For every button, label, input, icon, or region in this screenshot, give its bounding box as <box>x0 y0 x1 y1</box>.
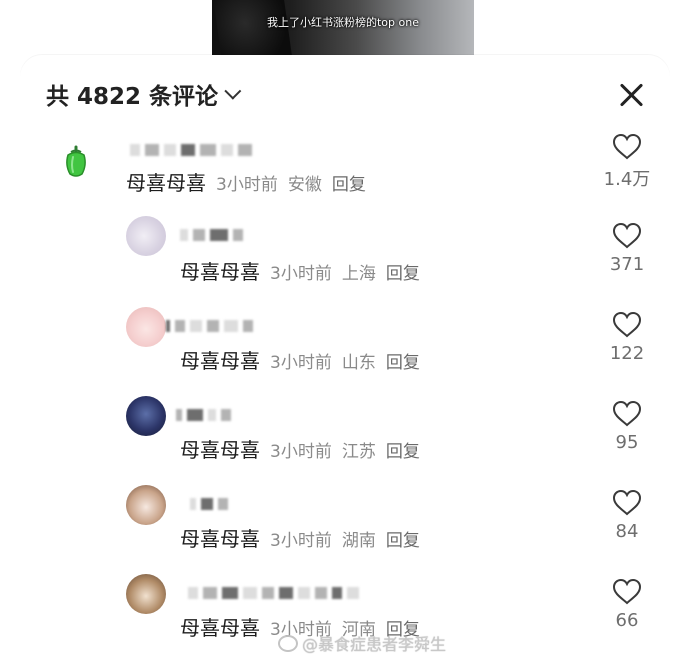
username-blurred[interactable] <box>188 586 359 600</box>
like-count: 84 <box>615 521 639 542</box>
like-group: 371 <box>597 222 657 275</box>
reply-button[interactable]: 回复 <box>332 170 366 195</box>
reply-button[interactable]: 回复 <box>386 526 420 551</box>
comment-item: 母喜母喜 3小时前 山东 回复 122 <box>20 307 670 391</box>
comment-text: 母喜母喜 <box>180 616 260 640</box>
comment-body: 母喜母喜 3小时前 上海 回复 <box>180 256 420 285</box>
comment-text: 母喜母喜 <box>180 527 260 551</box>
reply-button[interactable]: 回复 <box>386 259 420 284</box>
comment-body: 母喜母喜 3小时前 江苏 回复 <box>180 434 420 463</box>
like-group: 95 <box>597 400 657 453</box>
heart-icon[interactable] <box>612 489 642 517</box>
like-count: 1.4万 <box>603 169 651 190</box>
comment-item: 母喜母喜 3小时前 湖南 回复 84 <box>20 485 670 569</box>
comment-text: 母喜母喜 <box>126 171 206 195</box>
like-count: 371 <box>609 254 645 275</box>
comment-location: 安徽 <box>287 175 322 195</box>
heart-icon[interactable] <box>612 311 642 339</box>
comment-item: 母喜母喜 3小时前 上海 回复 371 <box>20 216 670 302</box>
like-count: 122 <box>609 343 645 364</box>
username-blurred[interactable] <box>166 319 253 333</box>
comment-text: 母喜母喜 <box>180 438 260 462</box>
pink-bunny-avatar[interactable] <box>126 307 166 347</box>
username-blurred[interactable] <box>190 497 228 511</box>
video-frame[interactable]: 我上了小红书涨粉榜的top one <box>212 0 474 60</box>
green-pepper-avatar[interactable] <box>56 141 96 181</box>
video-caption: 我上了小红书涨粉榜的top one <box>267 16 419 29</box>
comment-time: 3小时前 <box>270 442 332 462</box>
comment-body: 母喜母喜 3小时前 安徽 回复 <box>126 167 366 196</box>
sepia-avatar[interactable] <box>126 574 166 614</box>
comment-location: 山东 <box>341 353 376 373</box>
comment-count-header[interactable]: 共 4822 条评论 <box>46 77 242 111</box>
heart-icon[interactable] <box>612 133 642 161</box>
username-blurred[interactable] <box>130 143 252 157</box>
lavender-avatar[interactable] <box>126 216 166 256</box>
like-count: 66 <box>615 610 639 631</box>
like-group: 122 <box>597 311 657 364</box>
like-group: 66 <box>597 578 657 631</box>
comment-text: 母喜母喜 <box>180 260 260 284</box>
weibo-watermark: @暴食症患者李舜生 <box>278 631 446 655</box>
like-group: 1.4万 <box>597 133 657 191</box>
comment-body: 母喜母喜 3小时前 山东 回复 <box>180 345 420 374</box>
comment-text: 母喜母喜 <box>180 349 260 373</box>
comment-location: 江苏 <box>341 442 376 462</box>
comment-sheet: 共 4822 条评论 母喜母喜 3小时前 安徽 回复 1.4万 母喜母喜 3小时… <box>20 55 670 665</box>
close-button[interactable] <box>618 81 646 109</box>
username-blurred[interactable] <box>176 408 231 422</box>
like-group: 84 <box>597 489 657 542</box>
chevron-down-icon <box>224 82 242 100</box>
pepper-icon <box>66 145 86 177</box>
video-preview[interactable]: 我上了小红书涨粉榜的top one <box>0 0 690 60</box>
like-count: 95 <box>615 432 639 453</box>
comment-item: 母喜母喜 3小时前 江苏 回复 95 <box>20 396 670 480</box>
reply-button[interactable]: 回复 <box>386 437 420 462</box>
video-image <box>212 0 294 60</box>
comment-location: 上海 <box>341 264 376 284</box>
comment-time: 3小时前 <box>270 353 332 373</box>
comment-count-title: 共 4822 条评论 <box>46 84 219 110</box>
watermark-text: @暴食症患者李舜生 <box>302 635 447 654</box>
heart-icon[interactable] <box>612 222 642 250</box>
heart-icon[interactable] <box>612 578 642 606</box>
comment-time: 3小时前 <box>216 175 278 195</box>
comment-body: 母喜母喜 3小时前 湖南 回复 <box>180 523 420 552</box>
username-blurred[interactable] <box>180 228 243 242</box>
heart-icon[interactable] <box>612 400 642 428</box>
comment-location: 湖南 <box>341 531 376 551</box>
blue-anime-avatar[interactable] <box>126 396 166 436</box>
comment-item: 母喜母喜 3小时前 安徽 回复 1.4万 <box>20 133 670 213</box>
reply-button[interactable]: 回复 <box>386 348 420 373</box>
brown-hair-avatar[interactable] <box>126 485 166 525</box>
comment-time: 3小时前 <box>270 531 332 551</box>
comment-time: 3小时前 <box>270 264 332 284</box>
weibo-icon <box>278 635 298 652</box>
